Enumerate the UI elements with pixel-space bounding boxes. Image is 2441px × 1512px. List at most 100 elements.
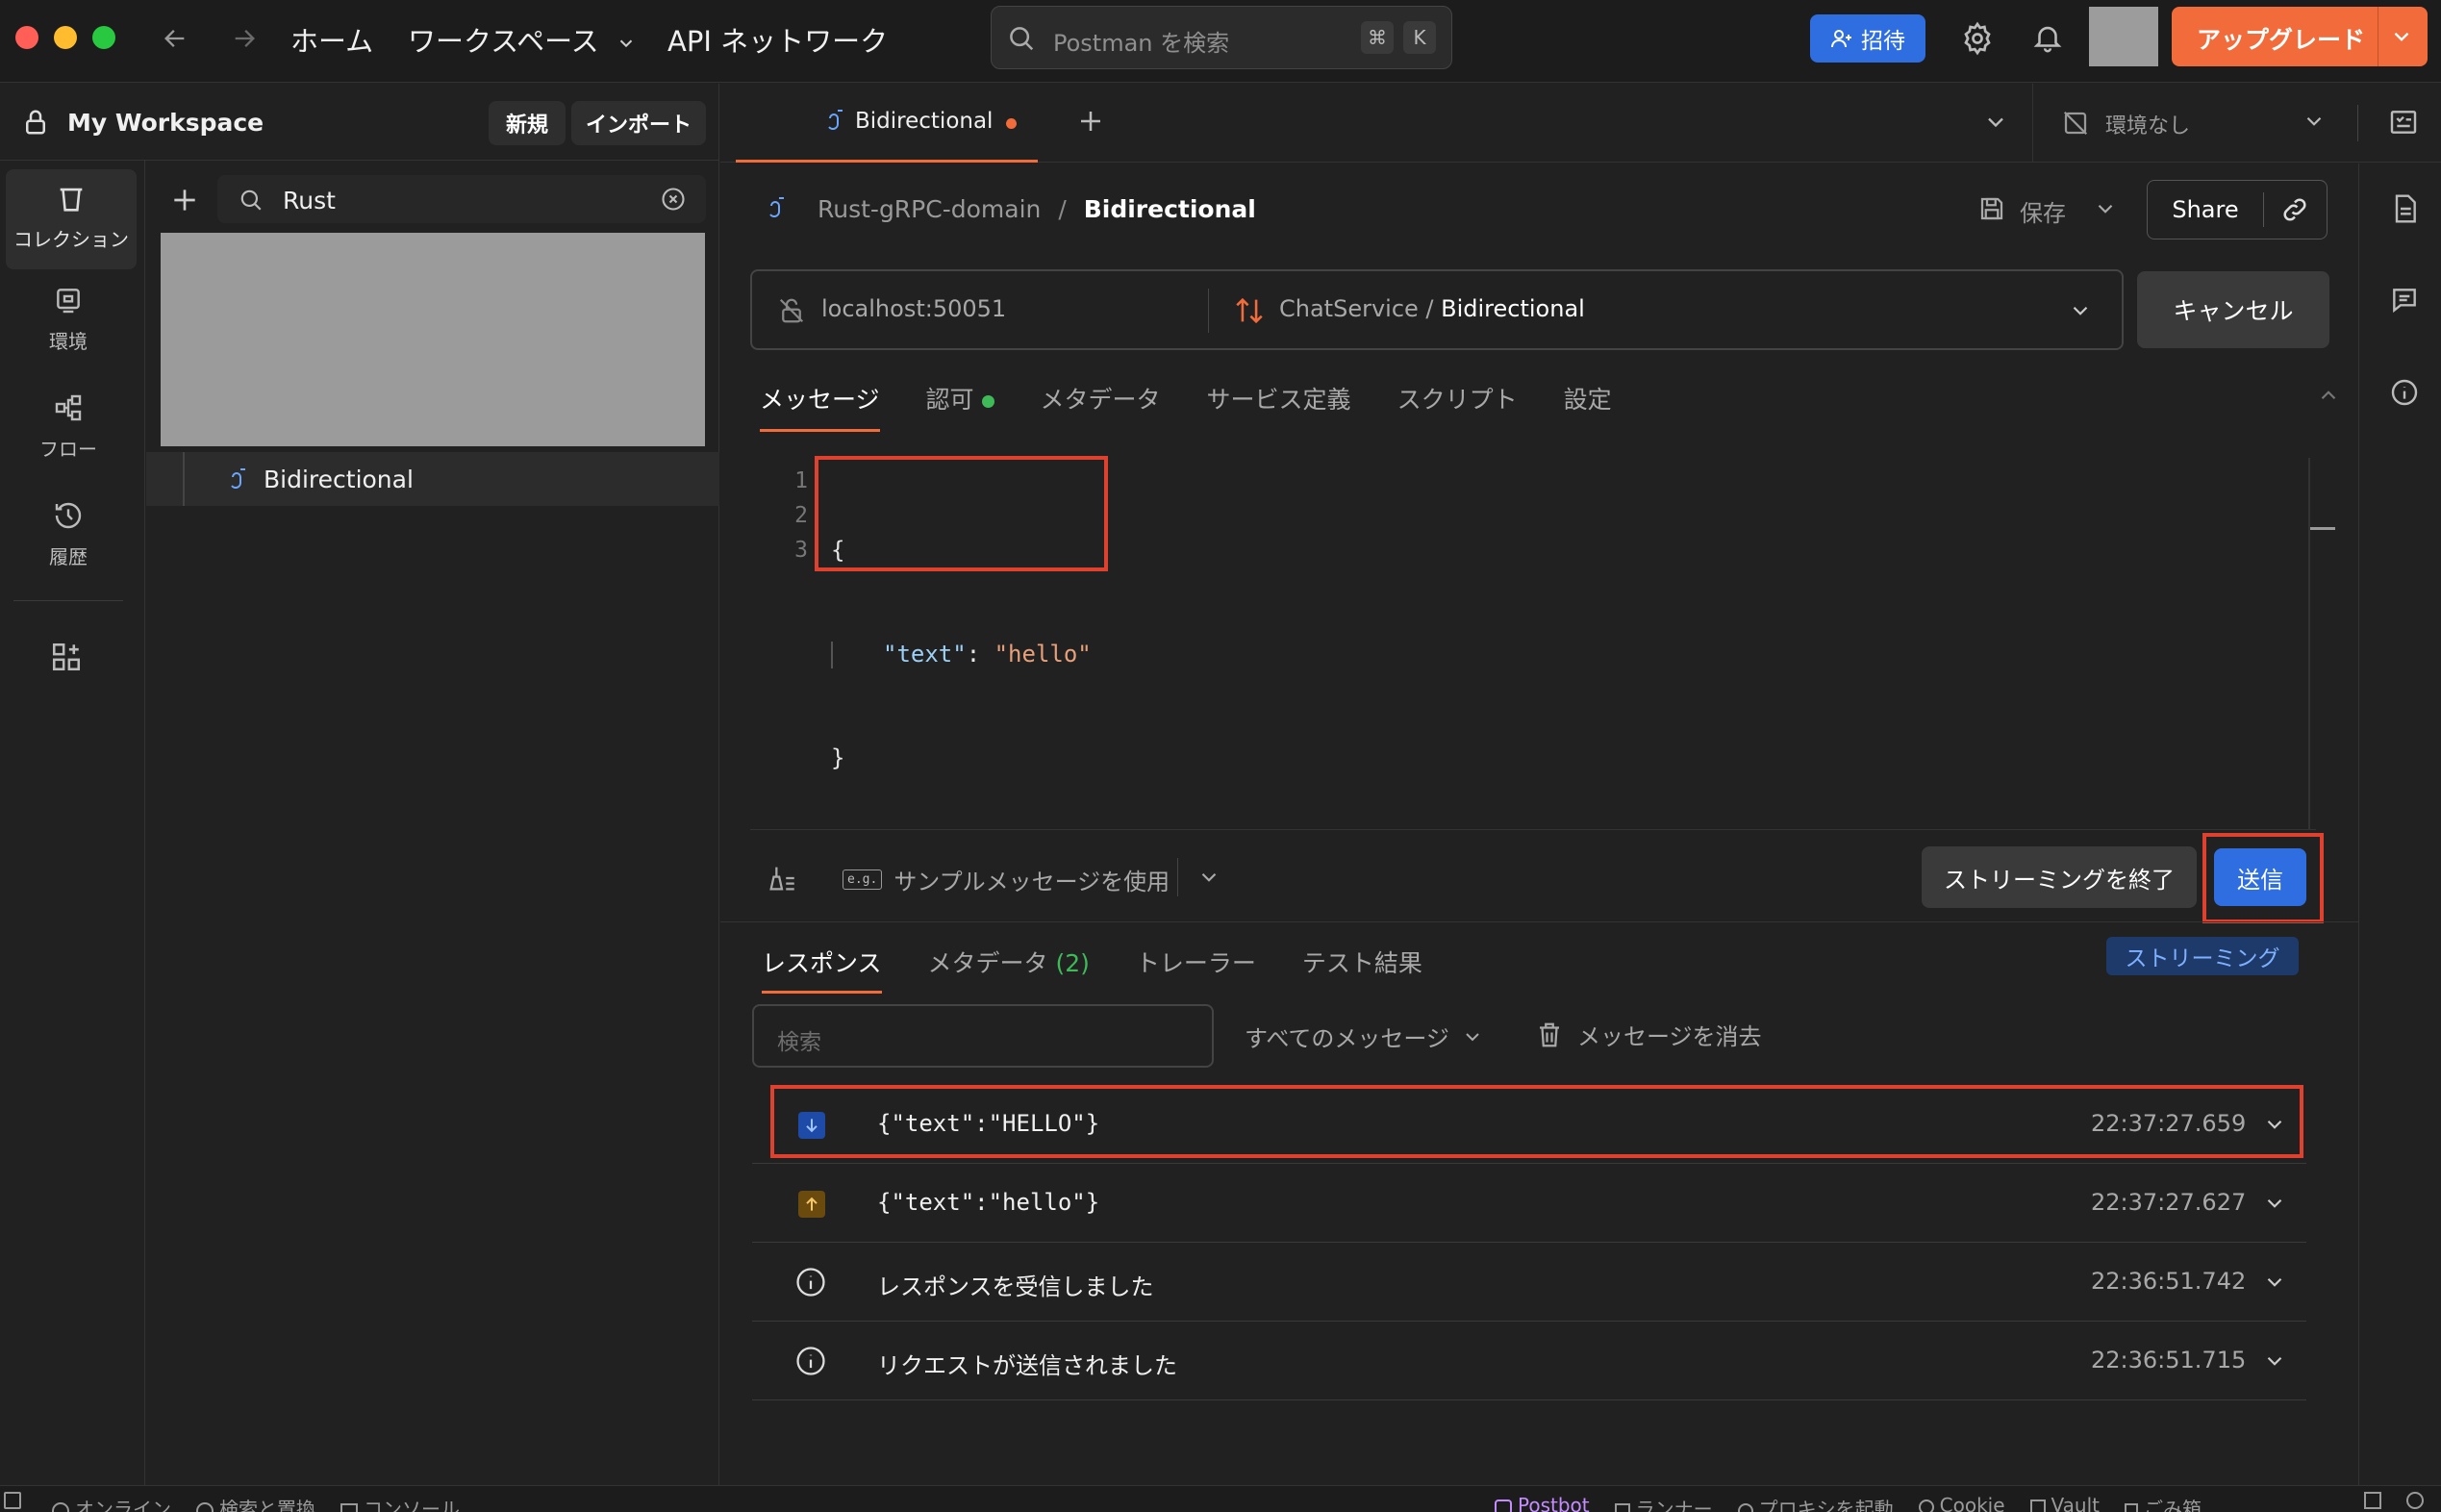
tree-item-bidirectional[interactable]: Bidirectional xyxy=(146,452,719,506)
tab-label: Bidirectional xyxy=(855,109,994,134)
breadcrumb-current[interactable]: Bidirectional xyxy=(1084,195,1256,223)
message-text: リクエストが送信されました xyxy=(877,1352,1177,1379)
sidebar-item-history[interactable]: 履歴 xyxy=(0,500,137,587)
divider xyxy=(2358,164,2359,1485)
notification-bell-icon[interactable] xyxy=(2031,21,2064,54)
method-selector[interactable]: ChatService / Bidirectional xyxy=(1279,295,1585,322)
share-button[interactable]: Share xyxy=(2148,181,2263,239)
new-button[interactable]: 新規 xyxy=(489,101,566,145)
line-number: 1 xyxy=(794,468,808,493)
divider xyxy=(2032,84,2033,163)
postbot-icon xyxy=(1495,1499,1512,1512)
breadcrumb: Rust-gRPC-domain / Bidirectional xyxy=(818,195,1256,223)
tab-test-results[interactable]: テスト結果 xyxy=(1302,945,1422,994)
status-proxy[interactable]: プロキシを起動 xyxy=(1737,1494,1894,1512)
breadcrumb-parent[interactable]: Rust-gRPC-domain xyxy=(818,195,1041,223)
import-button[interactable]: インポート xyxy=(571,101,706,145)
maximize-window-button[interactable] xyxy=(92,26,115,49)
json-colon: : xyxy=(966,641,981,668)
settings-gear-icon[interactable] xyxy=(1960,21,1995,56)
forward-arrow-icon[interactable] xyxy=(227,21,262,56)
tab-trailers[interactable]: トレーラー xyxy=(1136,945,1256,994)
minimize-window-button[interactable] xyxy=(54,26,77,49)
expand-chevron-icon[interactable] xyxy=(2262,1348,2287,1373)
tab-authorization[interactable]: 認可 xyxy=(926,381,994,432)
message-row[interactable]: {"text":"hello"} 22:37:27.627 xyxy=(752,1166,2306,1243)
back-arrow-icon[interactable] xyxy=(158,21,192,56)
close-window-button[interactable] xyxy=(15,26,38,49)
response-search-input[interactable]: 検索 xyxy=(752,1004,1214,1068)
sidebar-search-input[interactable]: Rust xyxy=(217,175,706,223)
tab-service-definition[interactable]: サービス定義 xyxy=(1207,381,1351,432)
info-icon[interactable] xyxy=(2389,377,2420,408)
nav-api-network[interactable]: API ネットワーク xyxy=(667,19,888,60)
environment-selector[interactable]: 環境なし xyxy=(2061,99,2330,147)
chevron-down-icon[interactable] xyxy=(2068,298,2093,323)
message-row[interactable]: リクエストが送信されました 22:36:51.715 xyxy=(752,1323,2306,1400)
environment-quicklook-icon[interactable] xyxy=(2388,107,2419,138)
nav-home[interactable]: ホーム xyxy=(290,19,373,60)
status-console-label: コンソール xyxy=(364,1498,460,1512)
end-streaming-button[interactable]: ストリーミングを終了 xyxy=(1922,846,2197,908)
tab-metadata[interactable]: メタデータ xyxy=(1041,381,1161,432)
editor-scrollbar[interactable] xyxy=(2308,458,2310,829)
streaming-status-badge: ストリーミング xyxy=(2106,937,2299,975)
response-tabs: レスポンス メタデータ (2) トレーラー テスト結果 xyxy=(762,945,1422,994)
tab-message[interactable]: メッセージ xyxy=(760,381,880,432)
tls-disabled-icon[interactable] xyxy=(777,296,806,325)
comments-icon[interactable] xyxy=(2389,285,2420,315)
documentation-icon[interactable] xyxy=(2389,192,2420,225)
invite-button[interactable]: 招待 xyxy=(1810,14,1925,63)
search-placeholder: Postman を検索 xyxy=(1053,30,1230,57)
add-apps-icon[interactable] xyxy=(50,641,83,673)
clear-search-icon[interactable] xyxy=(660,186,687,213)
expand-chevron-icon[interactable] xyxy=(2262,1191,2287,1216)
tab-scripts[interactable]: スクリプト xyxy=(1397,381,1518,432)
status-console[interactable]: コンソール xyxy=(340,1494,460,1512)
tab-response-metadata[interactable]: メタデータ (2) xyxy=(928,945,1090,994)
status-trash[interactable]: ごみ箱 xyxy=(2124,1494,2202,1512)
new-tab-icon[interactable] xyxy=(1076,107,1105,136)
avatar[interactable] xyxy=(2089,7,2158,66)
status-online[interactable]: オンライン xyxy=(52,1494,171,1512)
collapse-chevron-up-icon[interactable] xyxy=(2316,383,2341,408)
save-options-chevron-icon[interactable] xyxy=(2093,196,2118,221)
chevron-down-icon[interactable] xyxy=(2389,24,2414,49)
tab-settings[interactable]: 設定 xyxy=(1564,381,1612,432)
clear-messages-label: メッセージを消去 xyxy=(1577,1023,1762,1050)
toggle-sidebar-icon[interactable] xyxy=(4,1492,21,1509)
tab-response[interactable]: レスポンス xyxy=(762,945,882,994)
scrollbar-thumb[interactable] xyxy=(2310,527,2335,530)
add-collection-icon[interactable] xyxy=(169,185,200,215)
status-runner[interactable]: ランナー xyxy=(1614,1494,1713,1512)
sidebar-item-flows[interactable]: フロー xyxy=(0,392,137,479)
tab-bidirectional[interactable]: Bidirectional xyxy=(736,84,1038,163)
global-search[interactable]: Postman を検索 ⌘ K xyxy=(991,6,1452,69)
status-cookies[interactable]: Cookie xyxy=(1918,1494,2005,1512)
status-vault[interactable]: Vault xyxy=(2029,1494,2100,1512)
message-filter-dropdown[interactable]: すべてのメッセージ xyxy=(1245,1020,1484,1053)
upgrade-button[interactable]: アップグレード xyxy=(2172,7,2428,66)
use-sample-message-button[interactable]: e.g. サンプルメッセージを使用 xyxy=(843,862,1170,896)
cancel-button[interactable]: キャンセル xyxy=(2137,271,2329,348)
status-find-replace[interactable]: 検索と置換 xyxy=(196,1494,315,1512)
line-number: 3 xyxy=(794,538,808,563)
nav-workspaces[interactable]: ワークスペース xyxy=(408,19,637,60)
layout-icon[interactable] xyxy=(2364,1492,2381,1509)
message-row[interactable]: レスポンスを受信しました 22:36:51.742 xyxy=(752,1245,2306,1322)
status-runner-label: ランナー xyxy=(1635,1498,1713,1512)
status-postbot[interactable]: Postbot xyxy=(1495,1494,1590,1512)
help-icon[interactable] xyxy=(2406,1492,2424,1509)
copy-link-icon[interactable] xyxy=(2280,195,2309,224)
clear-messages-button[interactable]: メッセージを消去 xyxy=(1535,1018,1762,1051)
tabs-menu-chevron-icon[interactable] xyxy=(1982,109,2009,136)
beautify-icon[interactable] xyxy=(766,862,798,895)
sidebar-item-environments[interactable]: 環境 xyxy=(0,285,137,371)
expand-chevron-icon[interactable] xyxy=(2262,1270,2287,1295)
chevron-down-icon[interactable] xyxy=(1196,865,1221,890)
divider xyxy=(2357,105,2358,141)
highlight-box xyxy=(770,1085,2303,1158)
server-url-input[interactable]: localhost:50051 xyxy=(821,295,1006,322)
save-button[interactable]: 保存 xyxy=(1975,190,2091,229)
sidebar-item-collections[interactable]: コレクション xyxy=(6,169,137,269)
